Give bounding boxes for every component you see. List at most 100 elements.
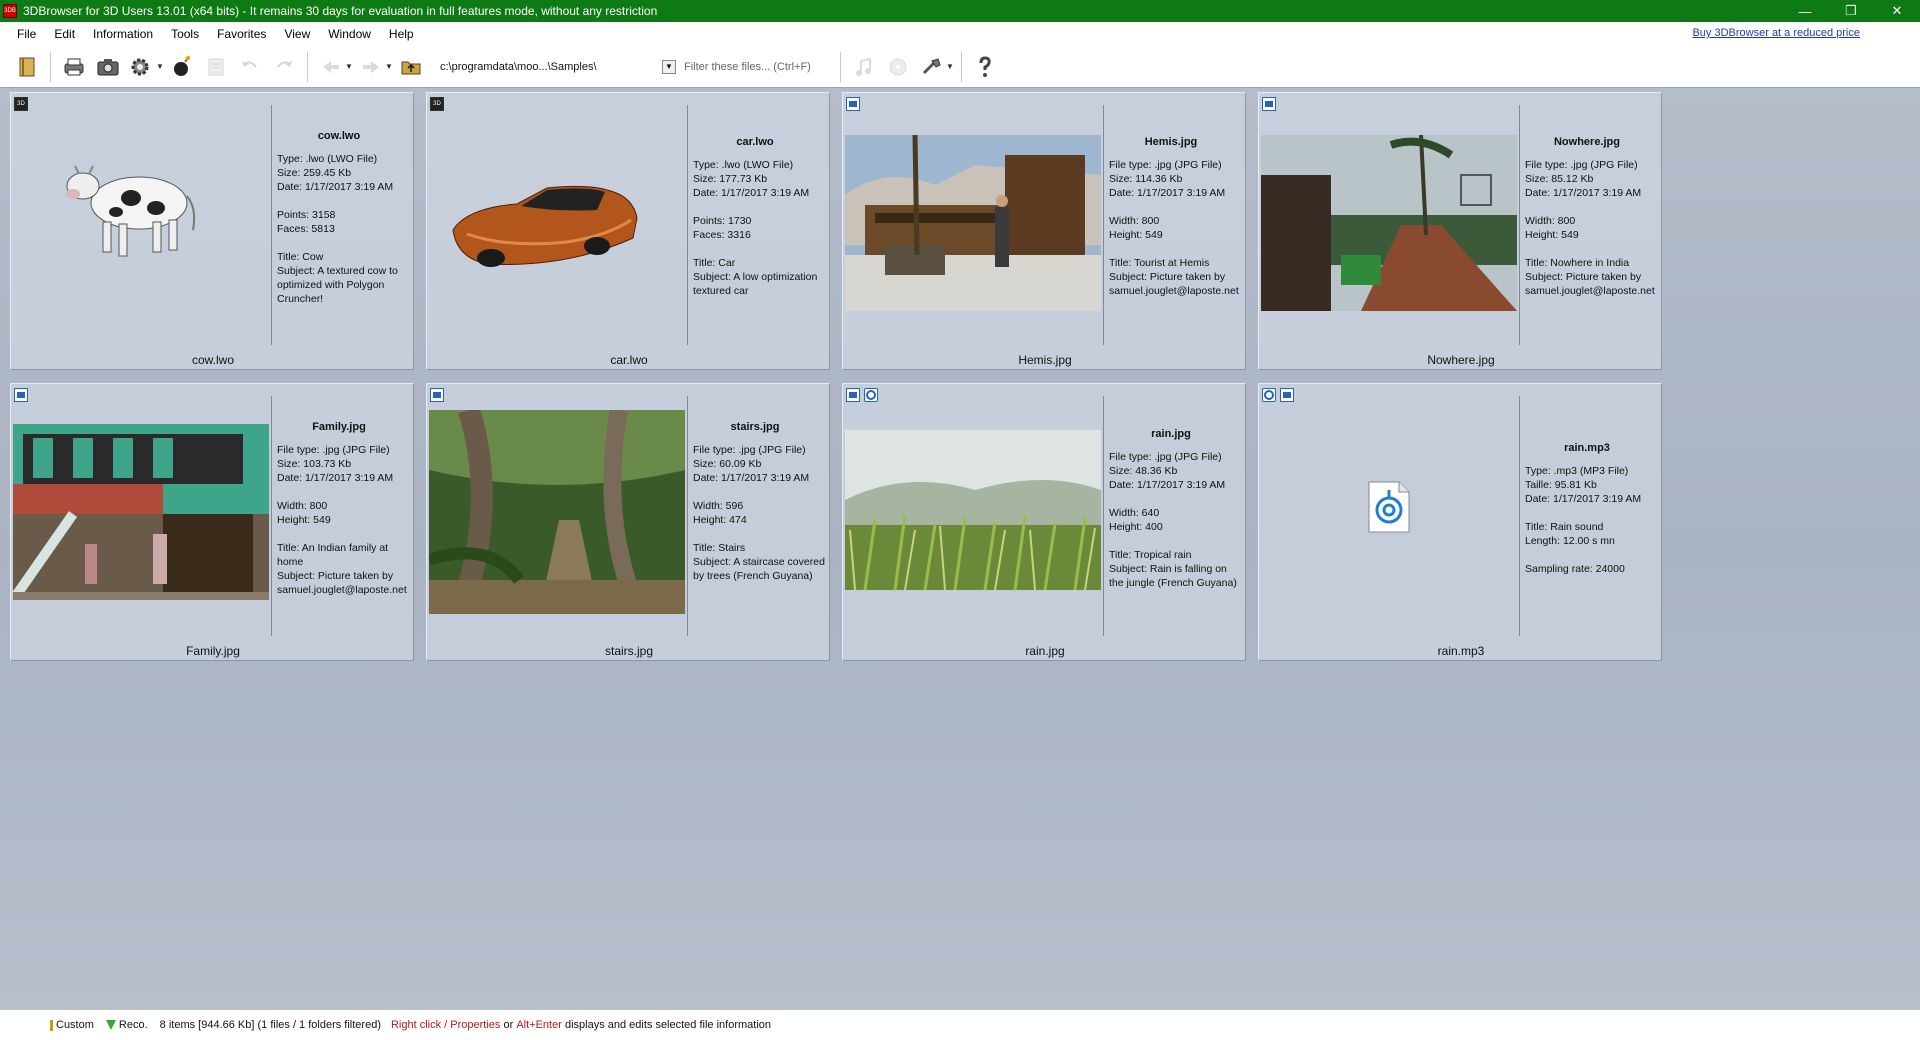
file-card-stairs[interactable]: stairs.jpg File type: .jpg (JPG File) Si… [426, 383, 830, 661]
list-icon [208, 58, 224, 75]
file-caption: Hemis.jpg [1018, 353, 1072, 367]
custom-sort-button[interactable]: Custom [50, 1019, 94, 1031]
close-button[interactable]: ✕ [1874, 0, 1920, 22]
menu-bar: File Edit Information Tools Favorites Vi… [0, 22, 1920, 46]
card-divider [1519, 396, 1520, 636]
menu-tools[interactable]: Tools [162, 22, 208, 46]
back-button[interactable] [314, 50, 348, 84]
info-line: Points: 3158 [277, 209, 336, 221]
minimize-button[interactable]: — [1782, 0, 1828, 22]
file-card-rain-mp3[interactable]: rain.mp3 Type: .mp3 (MP3 File) Taille: 9… [1258, 383, 1662, 661]
thumbnail-view[interactable]: 3D cow.lwo Type: .lwo (LWO File) Size: 2… [0, 89, 1920, 1010]
file-card-rain-jpg[interactable]: rain.jpg File type: .jpg (JPG File) Size… [842, 383, 1246, 661]
file-badges [1262, 388, 1294, 402]
settings-button[interactable] [125, 50, 159, 84]
buy-link[interactable]: Buy 3DBrowser at a reduced price [1692, 27, 1860, 39]
file-card-family[interactable]: Family.jpg File type: .jpg (JPG File) Si… [10, 383, 414, 661]
info-line: Date: 1/17/2017 3:19 AM [693, 472, 810, 484]
file-card-hemis[interactable]: Hemis.jpg File type: .jpg (JPG File) Siz… [842, 92, 1246, 370]
info-line: Size: 85.12 Kb [1525, 173, 1594, 185]
file-card-cow[interactable]: 3D cow.lwo Type: .lwo (LWO File) Size: 2… [10, 92, 414, 370]
disc-icon [889, 58, 907, 75]
menu-window[interactable]: Window [319, 22, 380, 46]
arrow-left-icon [323, 60, 339, 73]
screenshot-button[interactable] [91, 50, 125, 84]
chevron-down-icon[interactable]: ▼ [662, 59, 676, 74]
info-line: Size: 114.36 Kb [1109, 173, 1183, 185]
forward-button[interactable] [354, 50, 388, 84]
info-line: Type: .lwo (LWO File) [693, 159, 794, 171]
toolbar-separator [840, 51, 841, 82]
custom-label: Custom [56, 1019, 94, 1031]
file-card-nowhere[interactable]: Nowhere.jpg File type: .jpg (JPG File) S… [1258, 92, 1662, 370]
info-line: Date: 1/17/2017 3:19 AM [277, 181, 394, 193]
menu-file[interactable]: File [8, 22, 45, 46]
file-name: stairs.jpg [730, 421, 780, 433]
tools-button[interactable] [915, 50, 949, 84]
redo-button[interactable] [267, 50, 301, 84]
file-name: rain.mp3 [1564, 442, 1610, 454]
audio-file-icon [864, 388, 878, 402]
info-line: Date: 1/17/2017 3:19 AM [1109, 479, 1226, 491]
info-line: Title: Tourist at Hemis [1109, 257, 1210, 269]
filter-input[interactable]: Filter these files... (Ctrl+F) [684, 54, 834, 80]
info-line: Subject: A low optimization textured car [693, 271, 818, 297]
right-click-hint: Right click [390, 1019, 442, 1031]
info-line: Type: .lwo (LWO File) [277, 153, 378, 165]
menu-information[interactable]: Information [84, 22, 162, 46]
file-caption: Family.jpg [186, 644, 240, 658]
music-button[interactable] [847, 50, 881, 84]
reco-filter-button[interactable]: Reco. [106, 1019, 148, 1031]
help-button[interactable] [968, 50, 1002, 84]
file-caption: car.lwo [610, 353, 648, 367]
menu-view[interactable]: View [275, 22, 319, 46]
hemis-thumbnail [845, 135, 1101, 311]
card-divider [271, 396, 272, 636]
path-combobox[interactable]: c:\programdata\moo...\Samples\ ▼ [436, 54, 676, 80]
menu-help[interactable]: Help [380, 22, 423, 46]
info-line: Width: 800 [1109, 215, 1160, 227]
restore-button[interactable]: ❐ [1828, 0, 1874, 22]
info-line: Title: An Indian family at home [277, 542, 389, 568]
info-line: Width: 596 [693, 500, 744, 512]
disc-button[interactable] [881, 50, 915, 84]
reco-label: Reco. [118, 1019, 148, 1031]
app-icon: 3DB [3, 4, 17, 18]
redo-icon [277, 60, 292, 68]
info-line: Subject: Picture taken by samuel.jouglet… [1525, 271, 1655, 297]
notebook-button[interactable] [10, 50, 44, 84]
info-line: Date: 1/17/2017 3:19 AM [1525, 493, 1642, 505]
info-line: Height: 549 [1525, 229, 1579, 241]
toolbar-separator [961, 51, 962, 82]
3d-file-icon: 3D [14, 97, 28, 111]
info-line: Title: Tropical rain [1109, 549, 1192, 561]
info-line: Width: 800 [1525, 215, 1576, 227]
info-line: Height: 400 [1109, 521, 1163, 533]
window-title: 3DBrowser for 3D Users 13.01 (x64 bits) … [23, 4, 658, 18]
undo-button[interactable] [233, 50, 267, 84]
bomb-button[interactable] [165, 50, 199, 84]
menu-edit[interactable]: Edit [45, 22, 84, 46]
info-line: Subject: A textured cow to optimized wit… [277, 265, 398, 305]
info-line: File type: .jpg (JPG File) [693, 444, 806, 456]
card-divider [1519, 105, 1520, 345]
parent-folder-button[interactable] [394, 50, 428, 84]
info-line: Width: 640 [1109, 507, 1160, 519]
file-card-car[interactable]: 3D car.lwo Type: .lwo (LWO File) Size: 1… [426, 92, 830, 370]
bomb-icon [174, 55, 190, 76]
notebook-icon [19, 57, 35, 76]
list-button[interactable] [199, 50, 233, 84]
file-name: Hemis.jpg [1144, 136, 1198, 148]
image-file-icon [846, 388, 860, 402]
info-line: Subject: Picture taken by samuel.jouglet… [277, 570, 407, 596]
info-line: Title: Rain sound [1525, 521, 1604, 533]
print-button[interactable] [57, 50, 91, 84]
menu-favorites[interactable]: Favorites [208, 22, 275, 46]
